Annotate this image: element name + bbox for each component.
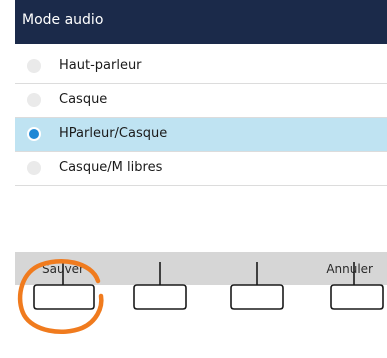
option-label: Haut-parleur bbox=[59, 58, 142, 73]
softkey-1-button[interactable] bbox=[30, 280, 98, 314]
option-haut-parleur[interactable]: Haut-parleur bbox=[15, 50, 387, 84]
audio-mode-screen: Mode audio Haut-parleur Casque HParleur/… bbox=[15, 0, 387, 285]
option-label: Casque/M libres bbox=[59, 160, 163, 175]
radio-unselected-icon[interactable] bbox=[27, 93, 41, 107]
radio-selected-icon[interactable] bbox=[27, 127, 41, 141]
page-title: Mode audio bbox=[15, 0, 387, 44]
audio-mode-list: Haut-parleur Casque HParleur/Casque Casq… bbox=[15, 50, 387, 186]
option-casque-m-libres[interactable]: Casque/M libres bbox=[15, 152, 387, 186]
softkey-2-button[interactable] bbox=[130, 280, 190, 314]
softkey-4-button[interactable] bbox=[327, 280, 387, 314]
radio-unselected-icon[interactable] bbox=[27, 59, 41, 73]
softkey-cancel-label[interactable]: Annuler bbox=[326, 262, 373, 276]
option-label: HParleur/Casque bbox=[59, 126, 168, 141]
option-casque[interactable]: Casque bbox=[15, 84, 387, 118]
option-label: Casque bbox=[59, 92, 108, 107]
softkey-save-label[interactable]: Sauver bbox=[42, 262, 84, 276]
radio-unselected-icon[interactable] bbox=[27, 161, 41, 175]
softkey-3-button[interactable] bbox=[227, 280, 287, 314]
option-hparleur-casque[interactable]: HParleur/Casque bbox=[15, 118, 387, 152]
